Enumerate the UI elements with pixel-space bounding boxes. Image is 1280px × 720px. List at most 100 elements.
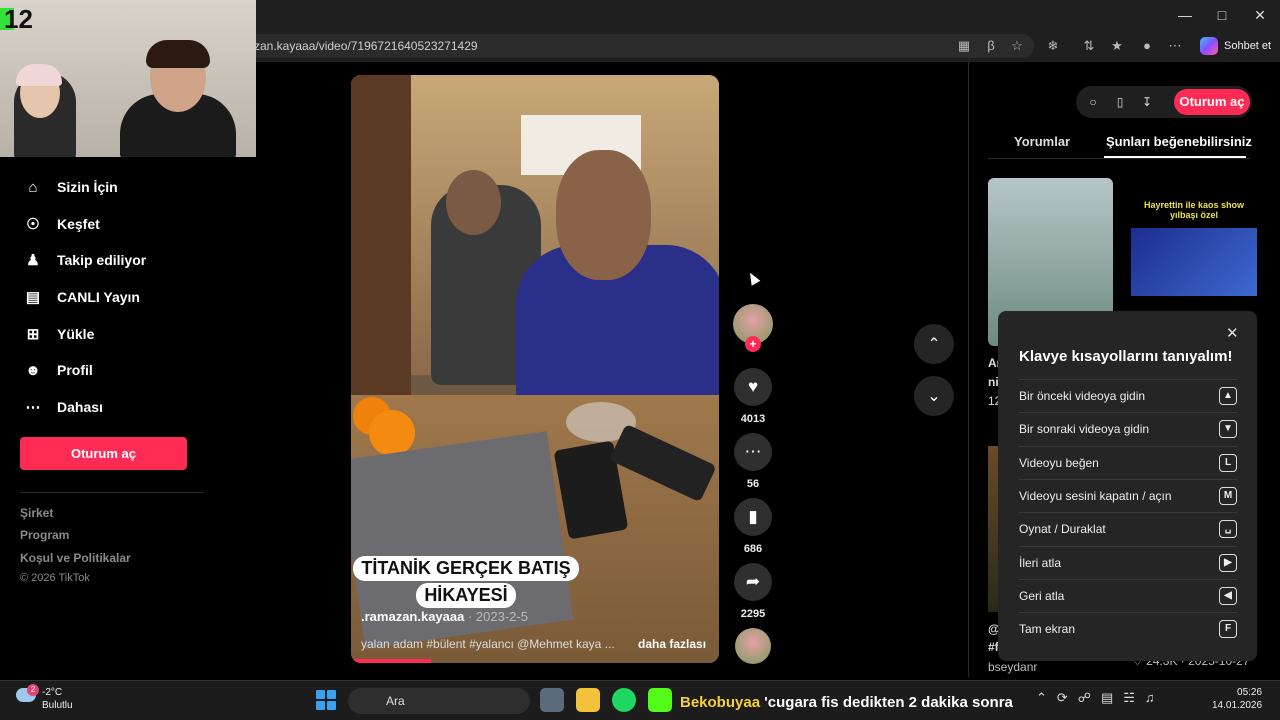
bookmark-icon: ▮	[748, 507, 758, 526]
spotify-icon[interactable]	[612, 688, 636, 712]
video-frame-person-head	[556, 150, 651, 280]
ticker-text: 'cugara fis dedikten 2 dakika sonra	[764, 694, 1013, 711]
minimize-icon[interactable]: —	[1170, 4, 1200, 26]
start-menu-icon[interactable]	[316, 690, 336, 710]
previous-video-button[interactable]: ⌃	[914, 324, 954, 364]
shortcut-label: İleri atla	[1019, 556, 1062, 570]
task-view-icon[interactable]	[540, 688, 564, 712]
split-screen-icon[interactable]: ⇅	[1080, 38, 1098, 54]
compass-icon: ☉	[26, 216, 40, 233]
profile-avatar-icon[interactable]: ●	[1138, 38, 1156, 54]
caption-line: HİKAYESİ	[416, 583, 516, 608]
comment-count: 56	[746, 478, 760, 490]
shortcut-row: İleri atla ▶	[1019, 546, 1237, 579]
system-tray-icons[interactable]: ⌃⟳☍▤☵♫	[1036, 690, 1165, 706]
like-button[interactable]: ♥	[734, 368, 772, 406]
chevron-down-icon: ⌄	[927, 388, 941, 405]
kick-icon[interactable]	[648, 688, 672, 712]
taskbar-clock[interactable]: 05:26 14.01.2026	[1212, 686, 1262, 712]
next-video-button[interactable]: ⌄	[914, 376, 954, 416]
tab-you-may-like[interactable]: Şunları beğenebilirsiniz	[1106, 134, 1252, 149]
key-up-icon: ▲	[1219, 387, 1237, 405]
clock-time: 05:26	[1237, 687, 1263, 698]
ticker-brand: Bekobuyaa	[680, 694, 761, 711]
shortcut-row: Bir önceki videoya gidin ▲	[1019, 379, 1237, 412]
copyright: © 2026 TikTok	[20, 572, 90, 584]
webcam-overlay: 12	[0, 0, 256, 157]
maximize-icon[interactable]: □	[1207, 4, 1237, 26]
close-icon[interactable]: ✕	[1226, 324, 1239, 342]
taskbar-search[interactable]: Ara	[348, 688, 530, 714]
sidebar-item-label: Takip ediliyor	[57, 252, 147, 268]
video-author[interactable]: .ramazan.kayaaa · 2023-2-5	[361, 609, 528, 624]
video-frame-door	[351, 75, 411, 395]
see-more-link[interactable]: daha fazlası	[638, 637, 706, 651]
close-window-icon[interactable]: ✕	[1245, 4, 1275, 26]
sidebar-item-for-you[interactable]: ⌂ Sizin İçin	[22, 175, 118, 199]
weather-widget[interactable]: -2°C Bulutlu	[42, 686, 73, 712]
key-l-icon: L	[1219, 454, 1237, 472]
translate-icon[interactable]: β	[982, 38, 1000, 54]
recommended-author[interactable]: bseydanr	[988, 660, 1037, 674]
shortcut-row: Geri atla ◀	[1019, 579, 1237, 612]
sidebar-item-explore[interactable]: ☉ Keşfet	[22, 212, 100, 236]
tab-comments[interactable]: Yorumlar	[1014, 134, 1070, 149]
person-cap	[16, 64, 62, 86]
login-button-top[interactable]: Oturum aç	[1174, 89, 1250, 115]
apps-icon[interactable]: ▦	[955, 38, 973, 54]
coin-icon[interactable]: ○	[1085, 94, 1101, 110]
shortcut-label: Videoyu sesini kapatın / açın	[1019, 489, 1172, 503]
thumbnail-title: Hayrettin ile kaos show yılbaşı özel	[1143, 200, 1245, 220]
active-tab-indicator	[1104, 156, 1246, 158]
panel-divider	[968, 62, 969, 677]
shortcut-label: Bir önceki videoya gidin	[1019, 389, 1146, 403]
follow-plus-icon[interactable]: +	[745, 336, 761, 352]
divider	[20, 492, 204, 493]
sidebar-item-label: Profil	[57, 362, 93, 378]
video-player[interactable]: TİTANİK GERÇEK BATIŞ HİKAYESİ .ramazan.k…	[351, 75, 719, 663]
url-field[interactable]: zan.kayaaa/video/7196721640523271429	[244, 34, 1034, 58]
home-icon: ⌂	[28, 178, 38, 196]
shortcut-label: Oynat / Duraklat	[1019, 522, 1106, 536]
music-disc-avatar[interactable]	[735, 628, 771, 664]
menu-dots-icon[interactable]: ⋯	[1166, 38, 1184, 54]
recommended-video-thumbnail[interactable]: Hayrettin ile kaos show yılbaşı özel	[1131, 178, 1257, 306]
footer-link-program[interactable]: Program	[20, 528, 69, 542]
share-count: 2295	[740, 608, 766, 620]
key-down-icon: ▼	[1219, 420, 1237, 438]
shortcut-row: Tam ekran F	[1019, 612, 1237, 645]
tab-divider	[988, 158, 1250, 159]
share-button[interactable]: ➦	[734, 563, 772, 601]
overlay-number: 12	[4, 4, 33, 34]
profile-icon: ☻	[25, 361, 41, 379]
video-progress-bar[interactable]	[351, 659, 431, 663]
shortcut-label: Bir sonraki videoya gidin	[1019, 422, 1150, 436]
download-icon[interactable]: ↧	[1139, 94, 1155, 110]
sidebar-item-live[interactable]: ▤ CANLI Yayın	[22, 285, 140, 309]
footer-link-terms[interactable]: Koşul ve Politikalar	[20, 551, 131, 565]
footer-link-company[interactable]: Şirket	[20, 506, 53, 520]
shortcut-row: Videoyu beğen L	[1019, 446, 1237, 479]
favorites-bar-icon[interactable]: ★	[1108, 38, 1126, 54]
sidebar-item-label: Sizin İçin	[57, 179, 118, 195]
save-button[interactable]: ▮	[734, 498, 772, 536]
sidebar-item-profile[interactable]: ☻ Profil	[22, 358, 93, 382]
phone-icon[interactable]: ▯	[1112, 94, 1128, 110]
favorite-icon[interactable]: ☆	[1008, 38, 1026, 54]
upload-icon: ⊞	[26, 326, 40, 343]
stream-ticker: Bekobuyaa 'cugara fis dedikten 2 dakika …	[680, 694, 1013, 711]
login-button[interactable]: Oturum aç	[20, 437, 187, 470]
video-frame-orange	[369, 410, 415, 456]
extensions-icon[interactable]: ❄	[1044, 38, 1062, 54]
chevron-up-icon: ⌃	[927, 336, 941, 353]
sidebar-item-upload[interactable]: ⊞ Yükle	[22, 322, 95, 346]
sidebar-item-more[interactable]: ⋯ Dahası	[22, 395, 103, 419]
key-space-icon: ␣	[1219, 520, 1237, 538]
comment-button[interactable]: ⋯	[734, 433, 772, 471]
shortcut-label: Tam ekran	[1019, 622, 1076, 636]
sidebar-item-following[interactable]: ♟ Takip ediliyor	[22, 248, 146, 272]
author-name: .ramazan.kayaaa	[361, 609, 465, 624]
chat-button[interactable]: Sohbet et	[1198, 35, 1274, 57]
file-explorer-icon[interactable]	[576, 688, 600, 712]
save-count: 686	[743, 543, 763, 555]
